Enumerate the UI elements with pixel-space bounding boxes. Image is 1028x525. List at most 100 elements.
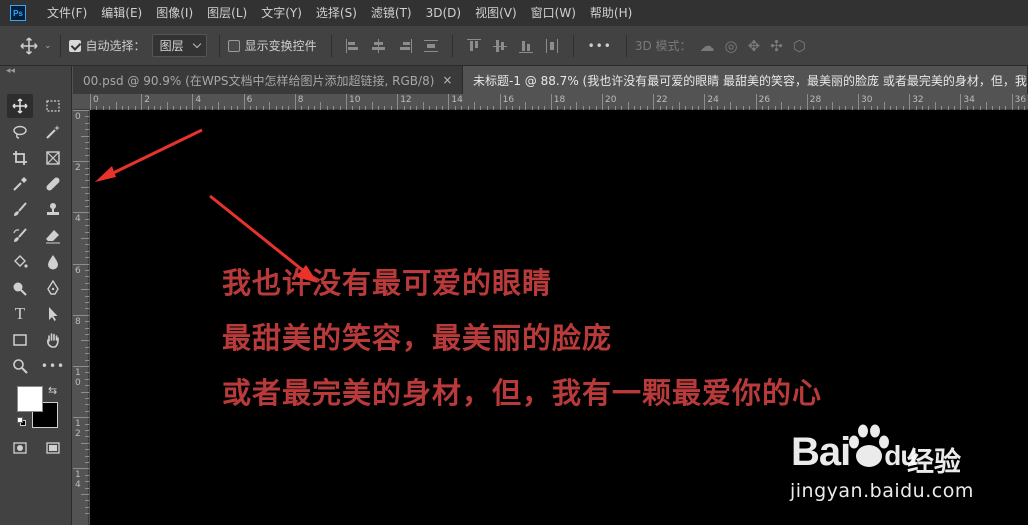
edit-toolbar-icon[interactable]: ••• [40, 354, 66, 378]
align-horizontal-center-icon[interactable] [371, 38, 386, 53]
menu-file[interactable]: 文件(F) [40, 0, 94, 26]
horizontal-ruler[interactable]: 0 2 4 6 8 10 12 14 16 18 20 22 24 26 28 30 32 34 36 [73, 94, 1028, 110]
ruler-minor-tick [85, 129, 89, 131]
ruler-minor-tick [85, 250, 89, 252]
menu-layer[interactable]: 图层(L) [200, 0, 254, 26]
menu-help[interactable]: 帮助(H) [583, 0, 639, 26]
collapse-panel-icon[interactable]: ◂◂ [6, 66, 15, 76]
more-options-button[interactable]: ••• [588, 39, 612, 53]
ruler-label: 0 [75, 112, 81, 122]
healing-brush-tool-icon[interactable] [40, 172, 66, 196]
swap-colors-icon[interactable]: ⇆ [48, 384, 57, 397]
show-transform-label: 显示变换控件 [244, 39, 317, 53]
divider [572, 34, 574, 57]
move-tool-icon[interactable] [7, 94, 33, 118]
show-transform-checkbox[interactable]: 显示变换控件 [227, 37, 317, 54]
ruler-minor-tick [85, 455, 89, 457]
crop-tool-icon[interactable] [7, 146, 33, 170]
ruler-minor-tick [85, 359, 89, 361]
ruler-tick [858, 94, 859, 110]
distribute-vertical-icon[interactable] [545, 38, 559, 53]
menu-3d[interactable]: 3D(D) [419, 0, 468, 26]
ruler-label: 2 [75, 163, 81, 174]
menu-view[interactable]: 视图(V) [468, 0, 524, 26]
ruler-minor-tick [81, 442, 89, 444]
ruler-minor-tick [85, 423, 89, 425]
menu-filter[interactable]: 滤镜(T) [364, 0, 419, 26]
baidu-paw-icon [849, 424, 889, 467]
pen-tool-icon[interactable] [40, 276, 66, 300]
ruler-minor-tick [85, 270, 89, 271]
tab-00-psd[interactable]: 00.psd @ 90.9% (在WPS文档中怎样给图片添加超链接, RGB/8… [73, 66, 463, 94]
ruler-minor-tick [85, 462, 89, 463]
menu-window[interactable]: 窗口(W) [524, 0, 583, 26]
ruler-tick [397, 94, 399, 110]
auto-select-checkbox[interactable]: 自动选择： [68, 37, 146, 54]
tab-untitled-1[interactable]: 未标题-1 @ 88.7% (我也许没有最可爱的眼睛 最甜美的笑容，最美丽的脸庞… [463, 66, 1028, 94]
ruler-minor-tick [85, 193, 89, 195]
menu-select[interactable]: 选择(S) [309, 0, 364, 26]
dodge-tool-icon[interactable] [7, 276, 33, 300]
ruler-label: 6 [75, 265, 81, 276]
frame-tool-icon[interactable] [40, 146, 66, 170]
ruler-label: 4 [75, 214, 81, 225]
3d-pan-icon[interactable]: ✥ [748, 37, 761, 55]
align-right-icon[interactable] [398, 38, 412, 53]
type-tool-icon[interactable]: T [7, 302, 33, 326]
ruler-tick [73, 212, 89, 214]
ruler-tick [653, 94, 655, 110]
screen-mode-icon[interactable] [40, 436, 66, 460]
ruler-minor-tick [85, 321, 89, 323]
ruler-minor-tick [85, 404, 89, 406]
ruler-minor-tick [320, 102, 322, 110]
ruler-label: 10 [349, 95, 361, 105]
3d-roll-icon[interactable]: ◎ [725, 37, 738, 55]
history-brush-tool-icon[interactable] [7, 224, 33, 248]
ruler-minor-tick [85, 430, 89, 431]
eyedropper-tool-icon[interactable] [7, 172, 33, 196]
ruler-tick [806, 94, 808, 110]
align-vertical-center-icon[interactable] [492, 39, 507, 53]
divider [625, 34, 627, 57]
ruler-tick [909, 94, 911, 110]
3d-slide-icon[interactable]: ✣ [770, 37, 783, 55]
3d-orbit-icon[interactable]: ☁ [700, 37, 715, 55]
align-left-icon[interactable] [345, 38, 360, 53]
auto-select-target-dropdown[interactable]: 图层 [151, 34, 207, 57]
vertical-ruler[interactable]: 0 2 4 6 8 1 0 1 2 1 4 [73, 110, 89, 525]
ruler-tick [704, 94, 706, 110]
lasso-tool-icon[interactable] [7, 120, 33, 144]
align-top-icon[interactable] [466, 38, 481, 53]
ruler-minor-tick [883, 102, 885, 110]
align-bottom-icon[interactable] [518, 39, 533, 53]
rectangle-tool-icon[interactable] [7, 328, 33, 352]
move-tool-preset-icon[interactable]: ⌄ [20, 36, 52, 55]
eraser-tool-icon[interactable] [40, 224, 66, 248]
default-colors-icon[interactable] [17, 417, 26, 426]
ruler-label: 36 [1014, 95, 1027, 105]
ruler-minor-tick [85, 174, 89, 175]
magic-wand-tool-icon[interactable] [40, 120, 66, 144]
ruler-tick [294, 94, 296, 110]
close-icon[interactable]: × [442, 73, 452, 87]
menu-image[interactable]: 图像(I) [149, 0, 200, 26]
blur-tool-icon[interactable] [40, 250, 66, 274]
menu-type[interactable]: 文字(Y) [254, 0, 309, 26]
path-selection-tool-icon[interactable] [40, 302, 66, 326]
ruler-minor-tick [832, 102, 834, 110]
ruler-minor-tick [85, 122, 89, 124]
ruler-minor-tick [269, 102, 271, 110]
ruler-tick [550, 94, 552, 110]
foreground-color-swatch[interactable] [17, 386, 43, 412]
paint-bucket-tool-icon[interactable] [7, 250, 33, 274]
zoom-tool-icon[interactable] [7, 354, 33, 378]
brush-tool-icon[interactable] [7, 198, 33, 222]
clone-stamp-tool-icon[interactable] [40, 198, 66, 222]
hand-tool-icon[interactable] [40, 328, 66, 352]
3d-scale-icon[interactable]: ⬡ [793, 37, 806, 55]
divider [218, 34, 220, 57]
distribute-horizontal-icon[interactable] [423, 39, 438, 53]
marquee-tool-icon[interactable] [40, 94, 66, 118]
menu-edit[interactable]: 编辑(E) [94, 0, 149, 26]
quick-mask-icon[interactable] [7, 436, 33, 460]
